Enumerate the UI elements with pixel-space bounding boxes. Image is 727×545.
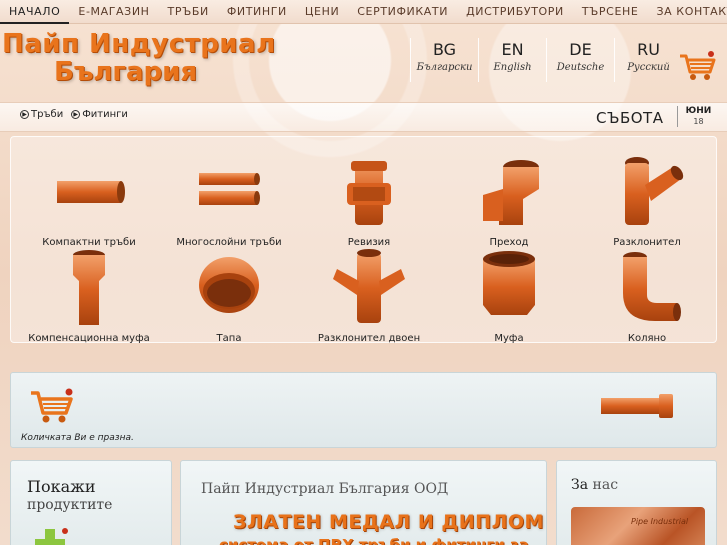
product-label: Разклонител двоен: [317, 333, 421, 344]
reducer-fitting-icon: [483, 160, 539, 225]
language-name: Deutsche: [556, 62, 605, 73]
breadcrumb-label: Тръби: [31, 109, 64, 120]
breadcrumb-label: Фитинги: [82, 109, 128, 120]
nav-item-certificates[interactable]: СЕРТИФИКАТИ: [348, 0, 457, 24]
arrow-right-icon: ▶: [71, 110, 81, 119]
product-compact-pipes[interactable]: Компактни тръби: [19, 149, 159, 248]
nav-item-search[interactable]: ТЪРСЕНЕ: [573, 0, 648, 24]
top-navigation: НАЧАЛО Е-МАГАЗИН ТРЪБИ ФИТИНГИ ЦЕНИ СЕРТ…: [0, 0, 727, 24]
nav-item-prices[interactable]: ЦЕНИ: [296, 0, 348, 24]
cap-fitting-icon: [199, 257, 259, 313]
language-en[interactable]: EN English: [478, 38, 546, 82]
about-title-word1: За: [571, 477, 589, 493]
language-name: English: [493, 62, 532, 73]
site-logo[interactable]: Пайп Индустриал България: [2, 30, 276, 86]
about-panel[interactable]: За нас Pipe Industrial: [556, 460, 717, 545]
breadcrumb-fittings[interactable]: ▶ Фитинги: [71, 109, 128, 120]
nav-item-distributors[interactable]: ДИСТРИБУТОРИ: [457, 0, 573, 24]
breadcrumb: ▶ Тръби ▶ Фитинги: [20, 109, 128, 120]
language-ru[interactable]: RU Русский: [614, 38, 682, 82]
language-name: Русский: [627, 62, 670, 73]
cart-summary: Количката Ви е празна.: [10, 372, 717, 448]
pipe-icon: [601, 394, 673, 418]
date-badge: ЮНИ 18: [677, 106, 719, 127]
multilayer-pipe-icon: [199, 173, 260, 205]
product-label: Муфа: [494, 333, 524, 344]
language-code: BG: [432, 40, 457, 59]
sleeve-fitting-icon: [483, 251, 535, 315]
product-sleeve[interactable]: Муфа: [439, 245, 579, 344]
logo-line-2: България: [54, 57, 198, 87]
shopping-cart-icon[interactable]: [678, 50, 718, 82]
about-title: За нас: [571, 477, 618, 493]
add-icon: [35, 528, 68, 545]
language-code: EN: [501, 40, 524, 59]
weekday: СЪБОТА: [596, 109, 664, 127]
photo-caption: Pipe Industrial: [631, 517, 689, 526]
language-code: RU: [637, 40, 660, 59]
nav-item-fittings[interactable]: ФИТИНГИ: [218, 0, 296, 24]
show-products-subtitle: продуктите: [27, 497, 113, 513]
nav-item-home[interactable]: НАЧАЛО: [0, 0, 70, 24]
language-code: DE: [569, 40, 592, 59]
breadcrumb-pipes[interactable]: ▶ Тръби: [20, 109, 63, 120]
branch-fitting-icon: [625, 157, 684, 225]
nav-item-contacts[interactable]: ЗА КОНТАКТИ: [647, 0, 727, 24]
product-double-branch[interactable]: Разклонител двоен: [299, 245, 439, 344]
show-products-title: Покажи: [27, 477, 96, 496]
product-branch[interactable]: Разклонител: [577, 149, 717, 248]
nav-item-pipes[interactable]: ТРЪБИ: [159, 0, 218, 24]
language-name: Български: [416, 62, 473, 73]
product-cap[interactable]: Тапа: [159, 245, 299, 344]
company-name: Пайп Индустриал България ООД: [201, 481, 449, 497]
show-products-panel[interactable]: Покажи продуктите: [10, 460, 172, 545]
product-grid: Компактни тръби Многослойни тръби Ревизи…: [11, 137, 718, 344]
product-label: Коляно: [627, 333, 667, 344]
elbow-fitting-icon: [623, 252, 681, 321]
about-title-word2: нас: [592, 477, 619, 493]
company-panel: Пайп Индустриал България ООД ЗЛАТЕН МЕДА…: [180, 460, 547, 545]
product-elbow[interactable]: Коляно: [577, 245, 717, 344]
award-subtitle: система от ПВХ тръби и фитинги за: [219, 536, 529, 545]
cart-empty-message: Количката Ви е празна.: [21, 433, 134, 443]
logo-line-1: Пайп Индустриал: [2, 29, 276, 59]
award-title: ЗЛАТЕН МЕДАЛ И ДИПЛОМ: [233, 511, 544, 533]
product-compensation-sleeve[interactable]: Компенсационна муфа: [19, 245, 159, 344]
language-de[interactable]: DE Deutsche: [546, 38, 614, 82]
date-month: ЮНИ: [685, 106, 712, 116]
compact-pipe-icon: [57, 181, 125, 203]
about-photo: Pipe Industrial: [571, 507, 705, 545]
product-label: Тапа: [216, 333, 242, 344]
language-bg[interactable]: BG Български: [410, 38, 478, 82]
date-day: 18: [693, 117, 704, 126]
nav-item-eshop[interactable]: Е-МАГАЗИН: [69, 0, 158, 24]
product-reducer[interactable]: Преход: [439, 149, 579, 248]
product-label: Компенсационна муфа: [28, 333, 150, 344]
product-revision[interactable]: Ревизия: [299, 149, 439, 248]
product-categories: Компактни тръби Многослойни тръби Ревизи…: [10, 136, 718, 344]
language-switcher: BG Български EN English DE Deutsche RU Р…: [410, 38, 682, 82]
product-multilayer-pipes[interactable]: Многослойни тръби: [159, 149, 299, 248]
shopping-cart-icon[interactable]: [29, 387, 75, 425]
revision-fitting-icon: [347, 161, 391, 225]
compensation-sleeve-icon: [73, 250, 105, 325]
arrow-right-icon: ▶: [20, 110, 29, 119]
double-branch-fitting-icon: [333, 249, 405, 323]
toolbar: ▶ Тръби ▶ Фитинги СЪБОТА ЮНИ 18: [0, 102, 727, 132]
